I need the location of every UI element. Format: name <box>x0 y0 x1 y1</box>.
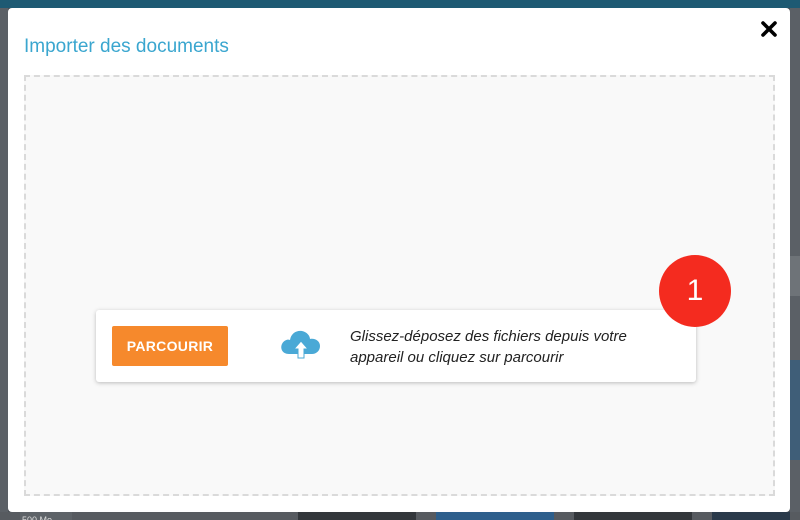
step-number-badge: 1 <box>659 255 731 327</box>
close-x-icon <box>761 21 777 37</box>
dropzone-hint-line1: Glissez-déposez des fichiers depuis votr… <box>350 328 627 345</box>
close-button[interactable] <box>758 18 780 40</box>
backdrop-right-strip <box>790 360 800 460</box>
browse-button[interactable]: PARCOURIR <box>112 326 228 366</box>
backdrop-top-bar <box>0 0 800 8</box>
cloud-upload-icon <box>281 330 320 359</box>
backdrop-thumbnail <box>298 512 416 520</box>
import-documents-modal: Importer des documents PARCOURIR Glissez… <box>8 8 790 512</box>
upload-card: PARCOURIR Glissez-déposez des fichiers d… <box>96 310 696 382</box>
backdrop-thumbnail <box>436 512 554 520</box>
backdrop-right-box <box>789 256 800 296</box>
backdrop-thumbnail <box>574 512 692 520</box>
backdrop-thumbnail <box>712 512 790 520</box>
file-dropzone[interactable]: PARCOURIR Glissez-déposez des fichiers d… <box>24 75 775 496</box>
backdrop-left-edge <box>0 8 8 520</box>
modal-title: Importer des documents <box>24 36 229 57</box>
backdrop-size-label: 500 Mo <box>20 512 72 520</box>
dropzone-hint: Glissez-déposez des fichiers depuis votr… <box>350 326 680 368</box>
dropzone-hint-line2: appareil ou cliquez sur parcourir <box>350 349 564 366</box>
